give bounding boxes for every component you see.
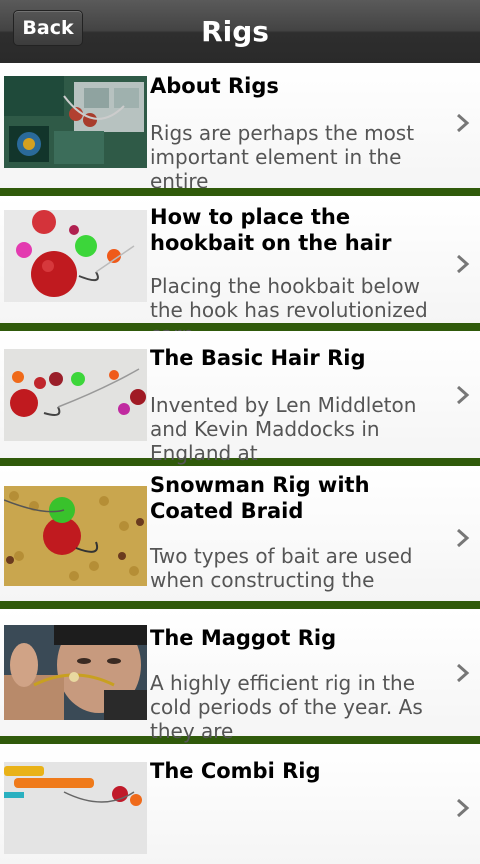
chevron-right-icon <box>457 113 470 133</box>
item-description: Rigs are perhaps the most important elem… <box>150 121 415 193</box>
maggot-rig-image <box>4 625 147 720</box>
item-title: Snowman Rig with Coated Braid <box>150 473 370 523</box>
list-item-combi-rig[interactable]: The Combi Rig <box>0 744 480 864</box>
item-title: The Basic Hair Rig <box>150 346 366 370</box>
page-title: Rigs <box>201 15 269 48</box>
chevron-right-icon <box>457 385 470 405</box>
list-item-snowman-rig[interactable]: Snowman Rig with Coated Braid Two types … <box>0 466 480 609</box>
chevron-right-icon <box>457 528 470 548</box>
rig-list: About Rigs Rigs are perhaps the most imp… <box>0 63 480 864</box>
boilie-hook-image <box>4 210 147 302</box>
snowman-rig-image <box>4 486 147 586</box>
combi-rig-image <box>4 762 147 854</box>
item-description: Invented by Len Middleton and Kevin Madd… <box>150 393 417 465</box>
list-item-basic-hair-rig[interactable]: The Basic Hair Rig Invented by Len Middl… <box>0 331 480 466</box>
item-title: How to place the hookbait on the hair <box>150 205 392 255</box>
item-title: About Rigs <box>150 74 279 98</box>
chevron-right-icon <box>457 254 470 274</box>
item-title: The Combi Rig <box>150 759 321 783</box>
hair-rig-image <box>4 349 147 441</box>
app-header: Back Rigs <box>0 0 480 63</box>
item-description: A highly efficient rig in the cold perio… <box>150 671 423 743</box>
item-title: The Maggot Rig <box>150 626 337 650</box>
list-item-maggot-rig[interactable]: The Maggot Rig A highly efficient rig in… <box>0 609 480 744</box>
item-description: Two types of bait are used when construc… <box>150 544 413 592</box>
chevron-right-icon <box>457 663 470 683</box>
list-item-hookbait-hair[interactable]: How to place the hookbait on the hair Pl… <box>0 196 480 346</box>
tackle-box-image <box>4 76 147 168</box>
list-item-about-rigs[interactable]: About Rigs Rigs are perhaps the most imp… <box>0 63 480 196</box>
chevron-right-icon <box>457 798 470 818</box>
